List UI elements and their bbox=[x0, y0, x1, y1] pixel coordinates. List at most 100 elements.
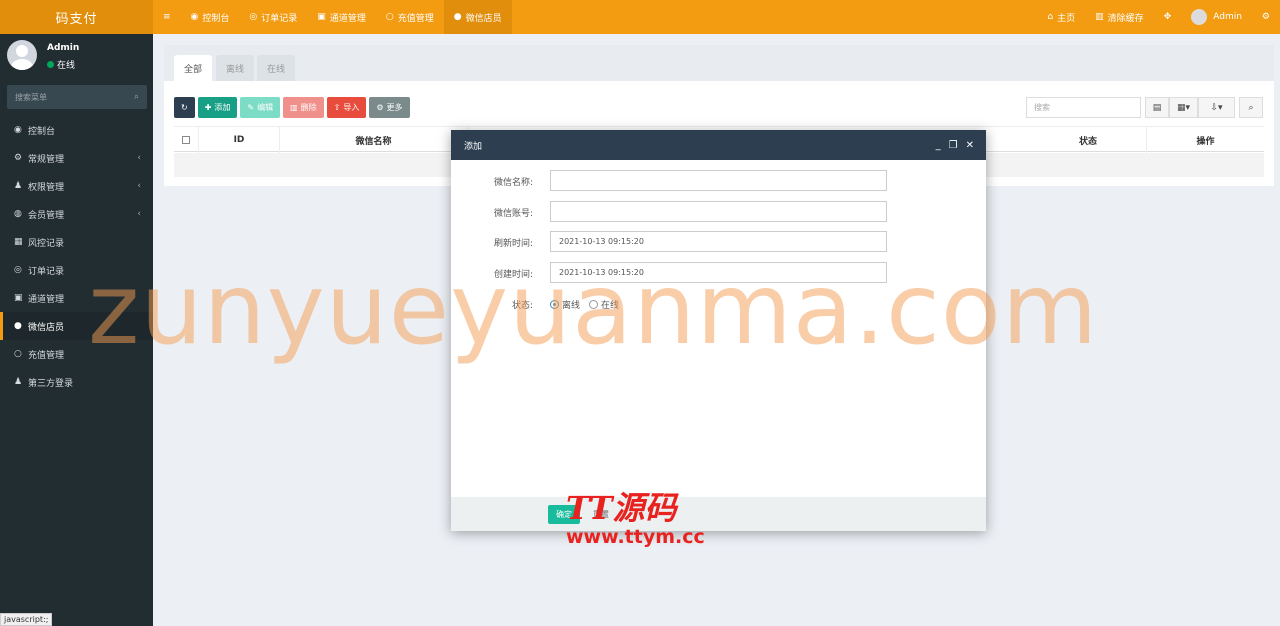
topnav-orders[interactable]: ◎ 订单记录 bbox=[239, 0, 307, 34]
table-search-input[interactable]: 搜索 bbox=[1026, 97, 1141, 118]
export-button[interactable]: ⇩▾ bbox=[1198, 97, 1235, 118]
tab-online[interactable]: 在线 bbox=[257, 55, 296, 81]
top-nav-right: ⌂ 主页 ▥ 清除缓存 ✥ Admin ⚙ bbox=[1037, 0, 1280, 34]
more-button[interactable]: ⚙ 更多 bbox=[369, 97, 410, 118]
topnav-wechat-staff[interactable]: ● 微信店员 bbox=[443, 0, 512, 34]
fullscreen-button[interactable]: ✥ bbox=[1154, 0, 1182, 34]
sidebar-item-general[interactable]: ⚙ 常规管理 ‹ bbox=[0, 144, 153, 172]
online-dot-icon bbox=[47, 61, 54, 68]
chevron-left-icon: ‹ bbox=[137, 181, 141, 191]
refresh-icon: ↻ bbox=[181, 103, 188, 112]
user-name: Admin bbox=[47, 43, 80, 53]
column-status[interactable]: 状态 bbox=[1030, 127, 1147, 153]
import-button[interactable]: ⇧ 导入 bbox=[326, 97, 367, 118]
dashboard-icon: ◉ bbox=[190, 12, 199, 22]
recharge-icon: ○ bbox=[385, 12, 394, 22]
cogs-icon: ⚙ bbox=[14, 153, 23, 163]
watermark-text: zunyueyuanma.com bbox=[88, 253, 1099, 367]
menu-toggle-button[interactable]: ≡ bbox=[153, 0, 181, 34]
map-icon: ▦ bbox=[14, 237, 23, 247]
column-id[interactable]: ID bbox=[199, 127, 280, 153]
gear-icon: ⚙ bbox=[376, 103, 384, 112]
watermark-logo-title: TT源码 bbox=[566, 489, 677, 527]
toolbar: ↻ ✚ 添加 ✎ 编辑 ▥ 删除 ⇧ 导入 ⚙ 更多 bbox=[174, 97, 410, 118]
users-icon: ♟ bbox=[14, 181, 23, 191]
wechat-name-label: 微信名称: bbox=[493, 178, 533, 188]
refresh-time-label: 刷新时间: bbox=[493, 239, 533, 249]
sidebar-item-permissions[interactable]: ♟ 权限管理 ‹ bbox=[0, 172, 153, 200]
column-wechat-name[interactable]: 微信名称 bbox=[280, 127, 468, 153]
wechat-icon: ● bbox=[14, 321, 22, 331]
home-link[interactable]: ⌂ 主页 bbox=[1037, 0, 1085, 34]
sidebar-item-third-party-login[interactable]: ♟ 第三方登录 bbox=[0, 368, 153, 396]
topnav-channels[interactable]: ▣ 通道管理 bbox=[307, 0, 376, 34]
refresh-button[interactable]: ↻ bbox=[174, 97, 195, 118]
wechat-icon: ● bbox=[453, 12, 462, 22]
search-icon[interactable]: ⌕ bbox=[134, 92, 139, 102]
dialog-footer: 确定 重置 bbox=[451, 497, 986, 531]
top-nav-left: ≡ ◉ 控制台 ◎ 订单记录 ▣ 通道管理 ○ 充值管理 ● 微信店员 bbox=[153, 0, 512, 34]
select-all-cell bbox=[174, 127, 199, 153]
home-icon: ⌂ bbox=[1047, 12, 1054, 22]
settings-button[interactable]: ⚙ bbox=[1252, 0, 1280, 34]
dashboard-icon: ◉ bbox=[14, 125, 22, 135]
toggle-view-button[interactable]: ▤ bbox=[1145, 97, 1169, 118]
channel-icon: ▣ bbox=[317, 12, 326, 22]
user-circle-icon: ◍ bbox=[14, 209, 22, 219]
add-button[interactable]: ✚ 添加 bbox=[197, 97, 238, 118]
sidebar-item-members[interactable]: ◍ 会员管理 ‹ bbox=[0, 200, 153, 228]
recharge-icon: ○ bbox=[14, 349, 22, 359]
tab-offline[interactable]: 离线 bbox=[216, 55, 255, 81]
close-icon[interactable]: ✕ bbox=[966, 140, 974, 151]
topnav-dashboard[interactable]: ◉ 控制台 bbox=[181, 0, 240, 34]
wechat-account-input[interactable] bbox=[550, 201, 887, 222]
menu-icon: ≡ bbox=[163, 12, 171, 22]
status-bar-url: javascript:; bbox=[0, 613, 53, 626]
order-icon: ◎ bbox=[249, 12, 258, 22]
trash-icon: ▥ bbox=[1095, 12, 1104, 22]
menu-search-input[interactable]: 搜索菜单 ⌕ bbox=[7, 85, 147, 109]
minimize-icon[interactable]: _ bbox=[936, 140, 941, 151]
avatar bbox=[1191, 9, 1208, 25]
watermark-logo-url: www.ttym.cc bbox=[566, 526, 705, 548]
form-row-wechat-name: 微信名称: bbox=[451, 170, 986, 191]
columns-button[interactable]: ▦▾ bbox=[1169, 97, 1198, 118]
search-icon: ⌕ bbox=[1248, 102, 1254, 113]
avatar bbox=[7, 40, 37, 70]
advanced-search-button[interactable]: ⌕ bbox=[1239, 97, 1263, 118]
brand-logo[interactable]: 码支付 bbox=[0, 0, 153, 34]
sidebar-item-risk[interactable]: ▦ 风控记录 bbox=[0, 228, 153, 256]
dialog-title: 添加 bbox=[464, 141, 483, 152]
topnav-recharge[interactable]: ○ 充值管理 bbox=[376, 0, 444, 34]
dialog-header: 添加 _ ❐ ✕ bbox=[451, 130, 986, 160]
clear-cache-button[interactable]: ▥ 清除缓存 bbox=[1085, 0, 1154, 34]
column-actions: 操作 bbox=[1196, 136, 1215, 147]
trash-icon: ▥ bbox=[290, 103, 298, 112]
channel-icon: ▣ bbox=[14, 293, 23, 303]
chevron-left-icon: ‹ bbox=[137, 153, 141, 163]
pencil-icon: ✎ bbox=[247, 103, 255, 112]
expand-icon: ✥ bbox=[1163, 12, 1172, 22]
select-all-checkbox[interactable] bbox=[182, 136, 190, 144]
wechat-name-input[interactable] bbox=[550, 170, 887, 191]
grid-dropdown-icon: ▦▾ bbox=[1176, 102, 1191, 113]
maximize-icon[interactable]: ❐ bbox=[949, 140, 958, 151]
sidebar-item-dashboard[interactable]: ◉ 控制台 bbox=[0, 116, 153, 144]
tab-all[interactable]: 全部 bbox=[174, 55, 213, 81]
form-row-wechat-account: 微信账号: bbox=[451, 201, 986, 222]
edit-button[interactable]: ✎ 编辑 bbox=[240, 97, 281, 118]
wechat-account-label: 微信账号: bbox=[493, 209, 533, 219]
user-status: 在线 bbox=[47, 58, 75, 71]
upload-icon: ⇧ bbox=[333, 103, 341, 112]
order-icon: ◎ bbox=[14, 265, 22, 275]
top-navbar: 码支付 ≡ ◉ 控制台 ◎ 订单记录 ▣ 通道管理 ○ 充值管理 ● 微信店员 ⌂ 主页 ▥… bbox=[0, 0, 1280, 34]
plus-icon: ✚ bbox=[204, 103, 212, 112]
user-menu[interactable]: Admin bbox=[1181, 0, 1252, 34]
filter-tabs: 全部 离线 在线 bbox=[164, 45, 1274, 81]
form-row-refresh-time: 刷新时间: 2021-10-13 09:15:20 bbox=[451, 231, 986, 252]
users-icon: ♟ bbox=[14, 377, 23, 387]
delete-button[interactable]: ▥ 删除 bbox=[283, 97, 324, 118]
refresh-time-input[interactable]: 2021-10-13 09:15:20 bbox=[550, 231, 887, 252]
table-icon: ▤ bbox=[1152, 102, 1162, 113]
download-dropdown-icon: ⇩▾ bbox=[1210, 102, 1223, 113]
